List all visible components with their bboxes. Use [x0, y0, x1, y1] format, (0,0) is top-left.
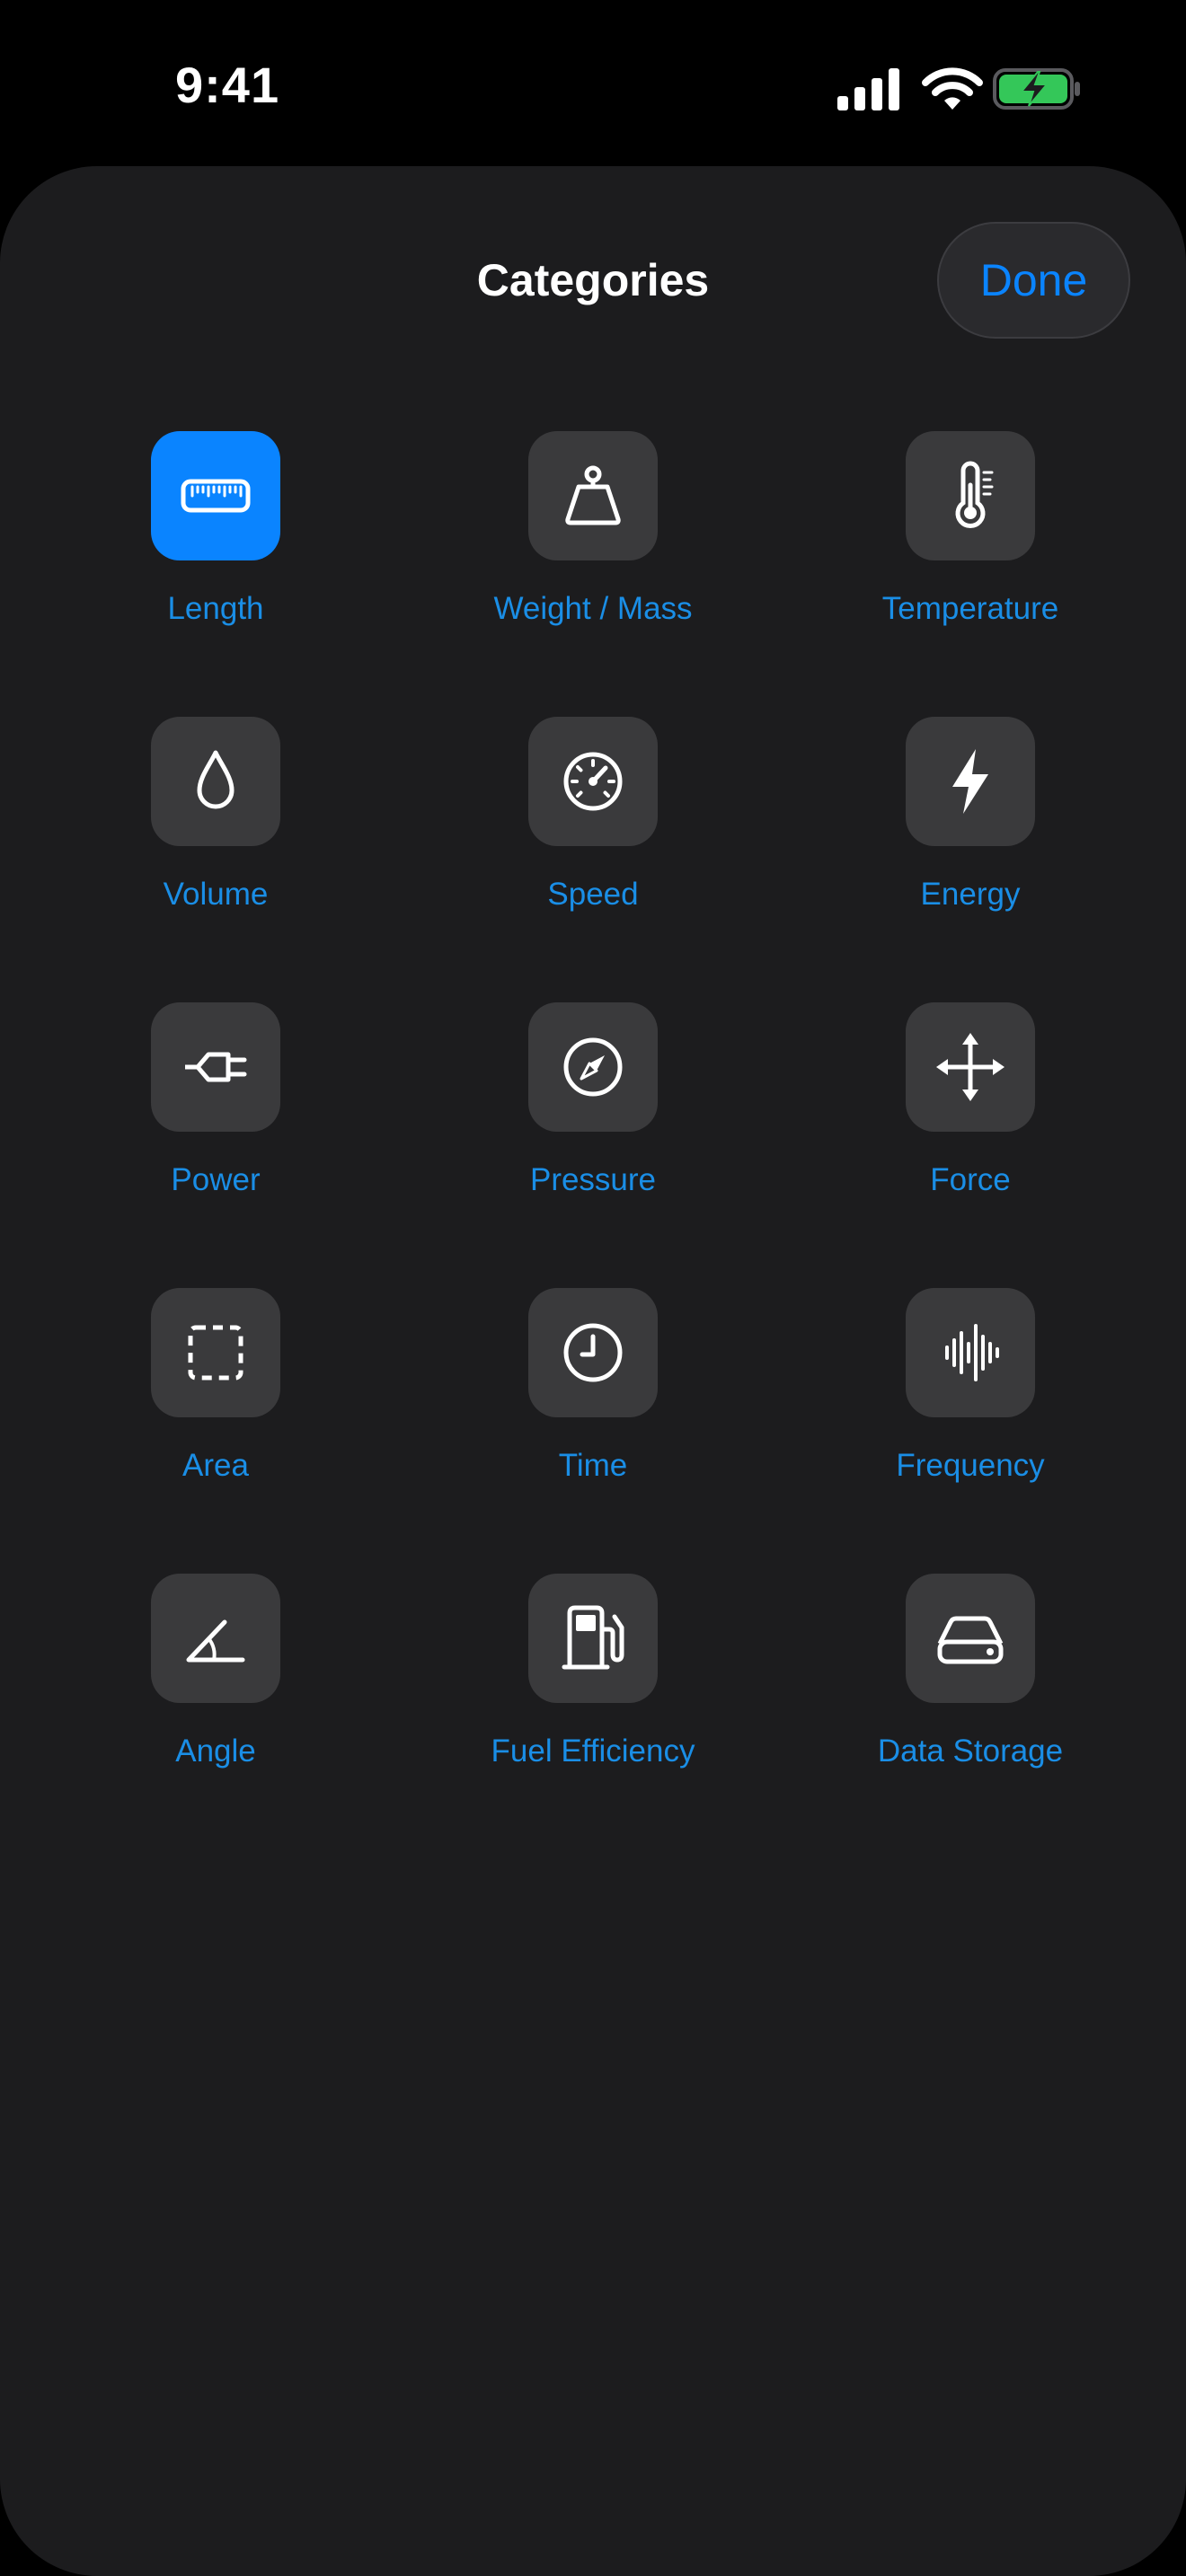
drive-icon: [937, 1616, 1004, 1664]
category-frequency[interactable]: Frequency: [782, 1288, 1159, 1522]
drop-icon: [197, 750, 235, 809]
category-label: Power: [171, 1162, 261, 1197]
category-speed[interactable]: Speed: [404, 717, 782, 950]
battery-charging-icon: [993, 68, 1080, 110]
category-tile: [151, 1288, 280, 1417]
cellular-signal-icon: [837, 68, 899, 110]
category-force[interactable]: Force: [782, 1002, 1159, 1236]
category-tile: [151, 1002, 280, 1132]
category-energy[interactable]: Energy: [782, 717, 1159, 950]
category-label: Pressure: [529, 1162, 657, 1197]
category-tile: [906, 1288, 1035, 1417]
fuel-pump-icon: [562, 1605, 624, 1670]
wifi-icon: [922, 67, 983, 110]
category-angle[interactable]: Angle: [27, 1574, 404, 1807]
category-label: Data Storage: [877, 1734, 1064, 1769]
category-fuel-efficiency[interactable]: Fuel Efficiency: [404, 1574, 782, 1807]
category-tile: [528, 717, 658, 846]
ruler-icon: [181, 479, 251, 513]
category-weight-mass[interactable]: Weight / Mass: [404, 431, 782, 665]
category-time[interactable]: Time: [404, 1288, 782, 1522]
category-label: Force: [930, 1162, 1011, 1197]
dashed-square-icon: [188, 1325, 243, 1381]
status-time: 9:41: [175, 57, 280, 113]
category-label: Speed: [547, 877, 639, 912]
category-tile: [528, 1574, 658, 1703]
status-bar: 9:41: [0, 0, 1186, 166]
category-tile: [906, 431, 1035, 560]
category-label: Weight / Mass: [493, 591, 693, 626]
category-temperature[interactable]: Temperature: [782, 431, 1159, 665]
category-pressure[interactable]: Pressure: [404, 1002, 782, 1236]
speedometer-icon: [563, 752, 623, 811]
categories-sheet: Categories Done Length Weight / Mass Tem…: [0, 166, 1186, 2576]
category-label: Temperature: [881, 591, 1059, 626]
gauge-icon: [563, 1037, 623, 1097]
category-tile: [151, 717, 280, 846]
category-data-storage[interactable]: Data Storage: [782, 1574, 1159, 1807]
category-tile: [151, 1574, 280, 1703]
plug-icon: [185, 1052, 247, 1082]
bolt-icon: [952, 749, 988, 814]
thermometer-icon: [955, 461, 994, 528]
status-icons: [836, 63, 1080, 117]
clock-icon: [563, 1323, 623, 1382]
category-area[interactable]: Area: [27, 1288, 404, 1522]
category-label: Energy: [920, 877, 1021, 912]
category-tile: [528, 431, 658, 560]
category-label: Area: [182, 1448, 249, 1483]
category-tile: [528, 1288, 658, 1417]
category-label: Angle: [175, 1734, 256, 1769]
category-tile: [151, 431, 280, 560]
category-label: Frequency: [896, 1448, 1045, 1483]
category-volume[interactable]: Volume: [27, 717, 404, 950]
category-label: Length: [167, 591, 264, 626]
move-arrows-icon: [936, 1033, 1005, 1101]
category-label: Time: [558, 1448, 628, 1483]
category-length[interactable]: Length: [27, 431, 404, 665]
category-power[interactable]: Power: [27, 1002, 404, 1236]
category-label: Fuel Efficiency: [491, 1734, 695, 1769]
category-tile: [906, 1574, 1035, 1703]
category-tile: [906, 1002, 1035, 1132]
done-button[interactable]: Done: [937, 222, 1130, 339]
category-label: Volume: [163, 877, 269, 912]
category-tile: [528, 1002, 658, 1132]
waveform-icon: [945, 1324, 999, 1381]
angle-icon: [186, 1619, 245, 1663]
weight-icon: [565, 465, 621, 525]
category-tile: [906, 717, 1035, 846]
